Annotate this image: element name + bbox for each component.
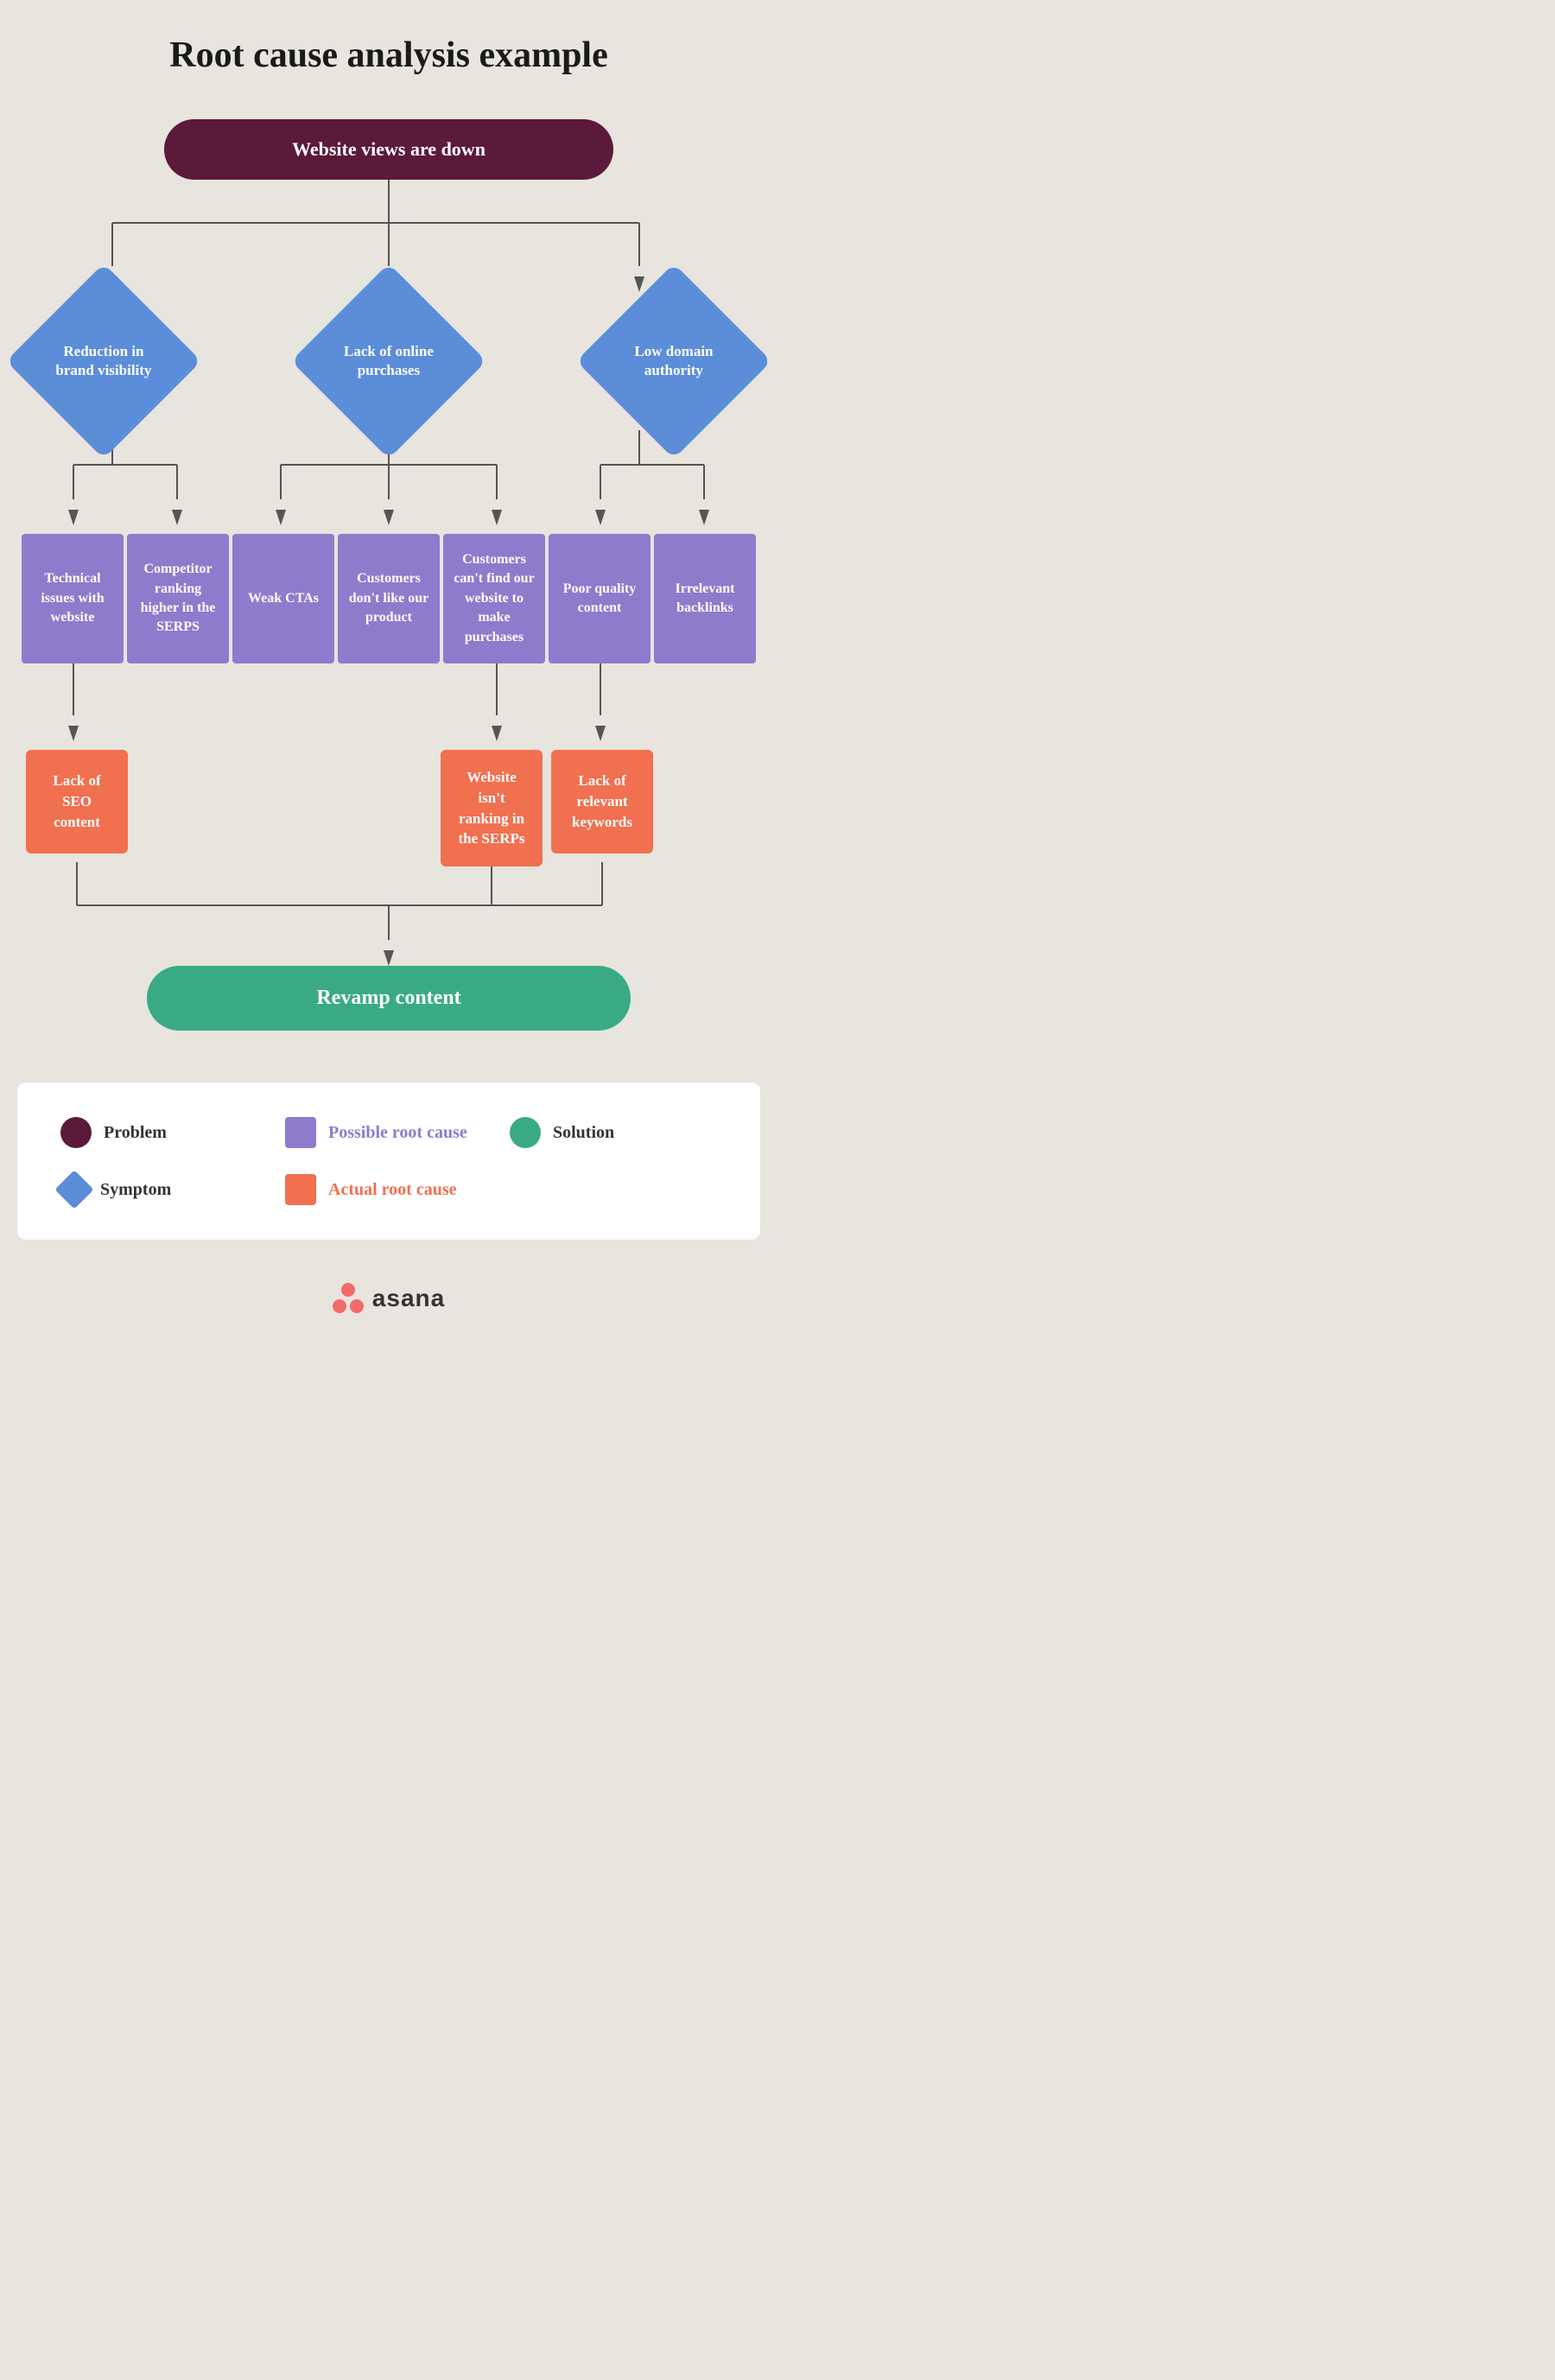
cause-3: Weak CTAs bbox=[232, 534, 334, 663]
legend-problem-label: Problem bbox=[104, 1123, 167, 1143]
cause-1: Technical issues with website bbox=[22, 534, 124, 663]
asana-dot-left bbox=[333, 1299, 346, 1313]
actual-causes-row: Lack of SEO content Website isn't rankin… bbox=[17, 750, 760, 862]
legend-symptom-label: Symptom bbox=[100, 1180, 171, 1200]
connector-lines-3 bbox=[17, 663, 760, 750]
legend: Problem Possible root cause Solution Sym… bbox=[17, 1082, 760, 1240]
connector-lines-4 bbox=[17, 862, 760, 966]
cause-5: Customers can't find our website to make… bbox=[443, 534, 545, 663]
legend-solution: Solution bbox=[510, 1117, 717, 1148]
asana-name: asana bbox=[372, 1285, 445, 1312]
asana-logo: asana bbox=[333, 1283, 445, 1313]
legend-solution-label: Solution bbox=[553, 1123, 614, 1143]
page-title: Root cause analysis example bbox=[169, 35, 608, 76]
legend-symptom-icon bbox=[54, 1170, 93, 1209]
legend-possible-cause-label: Possible root cause bbox=[328, 1123, 467, 1143]
actual-cause-1: Lack of SEO content bbox=[26, 750, 128, 854]
cause-4: Customers don't like our product bbox=[338, 534, 440, 663]
problem-node: Website views are down bbox=[164, 119, 613, 180]
symptom-2-label: Lack of online purchases bbox=[333, 342, 445, 380]
asana-dots-icon bbox=[333, 1283, 364, 1313]
solution-node: Revamp content bbox=[147, 966, 631, 1031]
actual-cause-3: Lack of relevant keywords bbox=[551, 750, 653, 854]
legend-problem-icon bbox=[60, 1117, 92, 1148]
asana-dots-bottom bbox=[333, 1299, 364, 1313]
symptom-3: Low domain authority bbox=[605, 292, 743, 430]
symptoms-row: Reduction in brand visibility Lack of on… bbox=[17, 292, 760, 430]
legend-actual-cause-icon bbox=[285, 1174, 316, 1205]
diagram: Website views are down Reduction in bran… bbox=[17, 119, 760, 1031]
symptom-2: Lack of online purchases bbox=[320, 292, 458, 430]
actual-cause-2: Website isn't ranking in the SERPs bbox=[441, 750, 543, 866]
causes-row: Technical issues with website Competitor… bbox=[17, 534, 760, 663]
legend-possible-cause: Possible root cause bbox=[285, 1117, 492, 1148]
legend-actual-cause-label: Actual root cause bbox=[328, 1180, 457, 1200]
legend-symptom: Symptom bbox=[60, 1174, 268, 1205]
symptom-1: Reduction in brand visibility bbox=[35, 292, 173, 430]
legend-possible-cause-icon bbox=[285, 1117, 316, 1148]
legend-solution-icon bbox=[510, 1117, 541, 1148]
asana-dot-right bbox=[350, 1299, 364, 1313]
cause-2: Competitor ranking higher in the SERPS bbox=[127, 534, 229, 663]
symptom-1-label: Reduction in brand visibility bbox=[48, 342, 160, 380]
cause-6: Poor quality content bbox=[549, 534, 651, 663]
asana-dot-top bbox=[341, 1283, 355, 1297]
legend-problem: Problem bbox=[60, 1117, 268, 1148]
cause-7: Irrelevant backlinks bbox=[654, 534, 756, 663]
symptom-3-label: Low domain authority bbox=[618, 342, 730, 380]
legend-actual-cause: Actual root cause bbox=[285, 1174, 492, 1205]
